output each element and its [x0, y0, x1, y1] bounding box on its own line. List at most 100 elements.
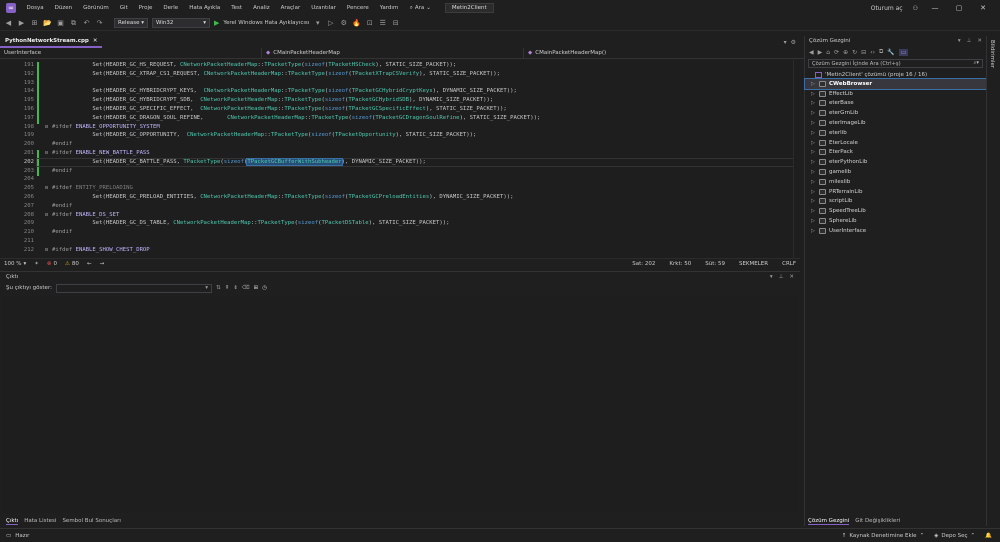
tab-pythonnetworkstream[interactable]: PythonNetworkStream.cpp ✕	[0, 36, 103, 48]
run-without-debug-icon[interactable]: ▷	[326, 19, 335, 27]
expand-arrow-icon[interactable]: ▷	[811, 169, 819, 175]
collapse-all-icon[interactable]: ⊟	[861, 49, 866, 56]
code-line[interactable]: Set(HEADER_GC_DRAGON_SOUL_REFINE, CNetwo…	[52, 115, 540, 121]
solution-project-item[interactable]: ▷ PRTerrainLib	[805, 187, 986, 197]
line-ending[interactable]: CRLF	[778, 261, 800, 267]
code-line[interactable]: Set(HEADER_GC_XTRAP_CS1_REQUEST, CNetwor…	[52, 71, 500, 77]
show-all-files-icon[interactable]: ⧉	[879, 48, 883, 56]
code-line[interactable]: Set(HEADER_GC_PRELOAD_ENTITIES, CNetwork…	[52, 194, 513, 200]
expand-arrow-icon[interactable]: ▷	[811, 81, 819, 87]
menu-item[interactable]: Görünüm	[78, 5, 115, 11]
menu-item[interactable]: Hata Ayıkla	[184, 5, 226, 11]
expand-arrow-icon[interactable]: ▷	[811, 100, 819, 106]
configuration-select[interactable]: Release ▾	[114, 18, 148, 28]
prev-message-icon[interactable]: ⇞	[225, 285, 230, 291]
sync-icon[interactable]: ⟳	[834, 49, 839, 56]
output-text-area[interactable]	[2, 296, 798, 513]
solution-project-item[interactable]: ▷ EterLocale	[805, 138, 986, 148]
new-item-icon[interactable]: ⊞	[30, 19, 39, 27]
add-to-source-control[interactable]: ↑ Kaynak Denetimine Ekle ⌃	[842, 533, 924, 539]
expand-arrow-icon[interactable]: ▷	[811, 110, 819, 116]
solution-project-item[interactable]: ▷ EffectLib	[805, 89, 986, 99]
hot-reload-icon[interactable]: 🔥	[352, 19, 361, 27]
zoom-select[interactable]: 100 % ▾	[0, 261, 30, 267]
expand-arrow-icon[interactable]: ▷	[811, 189, 819, 195]
debugger-label[interactable]: Yerel Windows Hata Ayıklayıcısı	[223, 20, 309, 26]
error-count[interactable]: ⊗ 0	[43, 261, 61, 267]
code-editor[interactable]: 191 Set(HEADER_GC_HS_REQUEST, CNetworkPa…	[0, 60, 800, 258]
menu-item[interactable]: Araçlar	[275, 5, 306, 11]
code-line[interactable]: Set(HEADER_GC_DS_TABLE, CNetworkPacketHe…	[52, 220, 449, 226]
code-line[interactable]: Set(HEADER_GC_SPECIFIC_EFFECT, CNetworkP…	[52, 106, 506, 112]
bottom-tab[interactable]: Hata Listesi	[24, 518, 56, 524]
char-number[interactable]: Krkt: 50	[665, 261, 695, 267]
code-line[interactable]: #ifdef ENABLE_DS_SET	[52, 212, 119, 218]
solution-project-item[interactable]: ▷ mileslib	[805, 177, 986, 187]
pending-changes-icon[interactable]: ⊕	[843, 49, 848, 56]
solution-project-item[interactable]: ▷ eterPythonLib	[805, 157, 986, 167]
close-icon[interactable]: ✕	[977, 38, 982, 44]
solution-project-item[interactable]: ▷ scriptLib	[805, 197, 986, 207]
code-line[interactable]: #endif	[52, 141, 72, 147]
code-line[interactable]: #endif	[52, 229, 72, 235]
chevron-down-icon[interactable]: ▾	[770, 274, 773, 280]
solution-project-item[interactable]: ▷ gamelib	[805, 167, 986, 177]
expand-arrow-icon[interactable]: ▷	[811, 149, 819, 155]
menu-item[interactable]: Yardım	[374, 5, 404, 11]
menu-item[interactable]: Uzantılar	[306, 5, 342, 11]
code-line[interactable]: #endif	[52, 203, 72, 209]
menu-item[interactable]: Pencere	[341, 5, 374, 11]
code-line[interactable]: #ifdef ENABLE_OPPORTUNITY_SYSTEM	[52, 124, 160, 130]
menu-item[interactable]: Düzen	[49, 5, 77, 11]
notifications-bell-icon[interactable]: 🔔	[985, 533, 992, 539]
pin-icon[interactable]: ⊥	[779, 274, 784, 280]
solution-project-item[interactable]: ▷ EterPack	[805, 148, 986, 158]
back-icon[interactable]: ◀	[809, 49, 814, 56]
chevron-down-icon[interactable]: ▾	[313, 19, 322, 27]
expand-arrow-icon[interactable]: ▷	[811, 140, 819, 146]
chevron-down-icon[interactable]: ▾	[958, 38, 961, 44]
bottom-tab[interactable]: Çıktı	[6, 518, 19, 525]
fold-toggle-icon[interactable]: ⊟	[45, 150, 48, 156]
forward-icon[interactable]: ▶	[818, 49, 823, 56]
menu-item[interactable]: Dosya	[21, 5, 49, 11]
platform-select[interactable]: Win32 ▾	[152, 18, 210, 28]
notifications-tab[interactable]: Bildirimler	[989, 40, 995, 68]
warning-count[interactable]: ⚠ 80	[61, 261, 83, 267]
expand-arrow-icon[interactable]: ▷	[811, 91, 819, 97]
solution-project-item[interactable]: ▷ eterGrnLib	[805, 108, 986, 118]
solution-project-item[interactable]: ▷ SphereLib	[805, 216, 986, 226]
account-icon[interactable]: ⚇	[913, 5, 918, 12]
undo-icon[interactable]: ↶	[82, 19, 91, 27]
code-line[interactable]: #ifdef ENABLE_SHOW_CHEST_DROP	[52, 247, 150, 253]
menu-item[interactable]: Derle	[158, 5, 184, 11]
pin-icon[interactable]: ⊥	[967, 38, 972, 44]
column-number[interactable]: Süt: 59	[701, 261, 729, 267]
word-wrap-icon[interactable]: ⊞	[254, 285, 259, 291]
clear-all-icon[interactable]: ⌫	[242, 285, 250, 291]
find-message-icon[interactable]: ⇅	[216, 285, 221, 291]
project-dropdown[interactable]: UserInterface	[0, 48, 262, 58]
solution-search-input[interactable]: Çözüm Gezgini İçinde Ara (Ctrl+ş) ⌕▾	[808, 59, 983, 68]
indent-mode[interactable]: SEKMELER	[735, 261, 772, 267]
code-line[interactable]: #endif	[52, 168, 72, 174]
ai-icon[interactable]: ✦	[30, 261, 43, 267]
preview-icon[interactable]: ▭	[898, 48, 909, 56]
fold-toggle-icon[interactable]: ⊟	[45, 185, 48, 191]
fold-toggle-icon[interactable]: ⊟	[45, 247, 48, 253]
close-icon[interactable]: ✕	[789, 274, 794, 280]
fold-toggle-icon[interactable]: ⊟	[45, 212, 48, 218]
solution-project-item[interactable]: ▷ eterImageLib	[805, 118, 986, 128]
open-icon[interactable]: 📂	[43, 19, 52, 27]
minimize-button[interactable]: —	[928, 4, 942, 12]
code-view-icon[interactable]: ‹›	[870, 49, 875, 56]
code-line[interactable]: Set(HEADER_GC_OPPORTUNITY, CNetworkPacke…	[52, 132, 476, 138]
toolbar-extra2-icon[interactable]: ☰	[378, 19, 387, 27]
maximize-button[interactable]: ▢	[952, 4, 966, 12]
code-line[interactable]: Set(HEADER_GC_HS_REQUEST, CNetworkPacket…	[52, 62, 456, 68]
solution-project-item[interactable]: ▷ SpeedTreeLib	[805, 206, 986, 216]
expand-arrow-icon[interactable]: ▷	[811, 159, 819, 165]
expand-arrow-icon[interactable]: ▷	[811, 179, 819, 185]
code-line[interactable]: Set(HEADER_GC_BATTLE_PASS, TPacketType(s…	[52, 157, 426, 166]
expand-arrow-icon[interactable]: ▷	[811, 198, 819, 204]
